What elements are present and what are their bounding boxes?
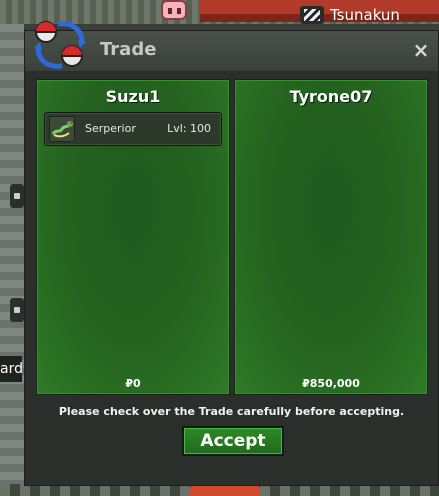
serperior-icon (49, 116, 75, 142)
left-money-offer: ₽0 (125, 377, 141, 390)
item-name: Serperior (85, 122, 136, 135)
trade-logo-icon (34, 21, 86, 69)
trade-panel-left: Suzu1 Serperior Lvl: 100 ₽0 (36, 79, 230, 395)
side-tab-upper[interactable] (10, 184, 24, 208)
side-tab-lower[interactable] (10, 298, 24, 322)
edge-label: ard (0, 356, 22, 382)
trade-window: Trade × Suzu1 Serperior Lvl: 100 ₽0 Tyro… (24, 30, 439, 486)
trade-window-title: Trade (100, 39, 157, 60)
item-level: Lvl: 100 (167, 122, 211, 135)
left-trader-name: Suzu1 (105, 87, 161, 106)
close-button[interactable]: × (412, 40, 430, 60)
trade-window-body: Suzu1 Serperior Lvl: 100 ₽0 Tyrone07 ₽85… (25, 71, 438, 485)
npc-sprite[interactable] (157, 0, 191, 22)
right-money-offer: ₽850,000 (302, 377, 360, 390)
trade-item-slot[interactable]: Serperior Lvl: 100 (44, 112, 222, 146)
player-badge-icon (300, 6, 324, 24)
player-name: Tsunakun (330, 6, 400, 24)
player-name-tag[interactable]: Tsunakun (300, 4, 400, 26)
right-trader-name: Tyrone07 (289, 87, 373, 106)
trade-panel-right: Tyrone07 ₽850,000 (234, 79, 428, 395)
accept-button[interactable]: Accept (182, 426, 284, 456)
map-left-strip (0, 24, 24, 496)
trade-notice: Please check over the Trade carefully be… (58, 405, 405, 418)
